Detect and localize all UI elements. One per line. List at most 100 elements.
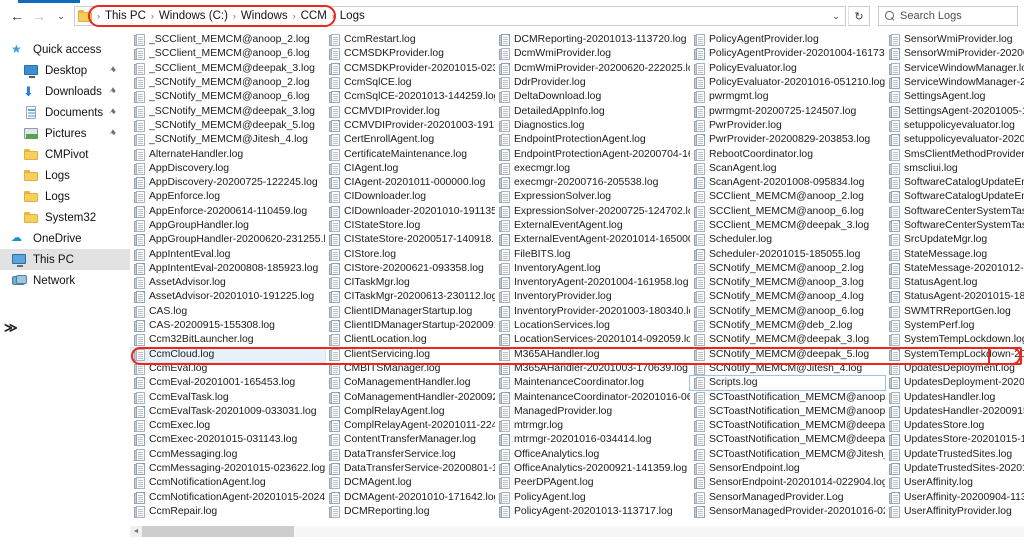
file-list-item[interactable]: _SCNotify_MEMCM@anoop_6.log [130,90,325,104]
breadcrumb-item-this-pc[interactable]: This PC [101,9,150,23]
file-list-item[interactable]: SystemPerf.log [885,319,1024,333]
file-list-item[interactable]: DCMReporting.log [325,505,495,519]
breadcrumb-item-ccm[interactable]: CCM [297,9,331,23]
file-list-item[interactable]: SensorEndpoint-20201014-022904.log [690,476,885,490]
file-list-item[interactable]: EndpointProtectionAgent-20200704-161328.… [495,147,690,161]
file-list-item[interactable]: SoftwareCatalogUpdateEndpoint-2 [885,190,1024,204]
chevron-down-icon[interactable]: ⌄ [827,7,845,25]
file-list-item[interactable]: SCNotify_MEMCM@deepak_3.log [690,333,885,347]
file-list-item[interactable]: RebootCoordinator.log [690,147,885,161]
file-list-item[interactable]: SCNotify_MEMCM@anoop_3.log [690,276,885,290]
file-list-item[interactable]: PwrProvider-20200829-203853.log [690,133,885,147]
file-list-item[interactable]: SettingsAgent.log [885,90,1024,104]
file-list-item[interactable]: SystemTempLockdown-202009 1- [885,348,1024,362]
file-list-item[interactable]: _SCClient_MEMCM@anoop_6.log [130,47,325,61]
sidebar-item-onedrive[interactable]: ☁ OneDrive [0,228,130,249]
breadcrumb[interactable]: › This PC › Windows (C:) › Windows › CCM › Logs [94,9,369,23]
file-list-item[interactable]: Scheduler-20201015-185055.log [690,247,885,261]
file-list-item[interactable]: mtrmgr.log [495,419,690,433]
sidebar-item-documents[interactable]: Documents ⚑ [0,102,130,123]
file-list-item[interactable]: SCToastNotification_MEMCM@Jitesh_4.log [690,448,885,462]
scrollbar-thumb[interactable] [142,526,294,537]
file-list-item[interactable]: CcmSqlCE-20201013-144259.log [325,90,495,104]
file-list-item[interactable]: SrcUpdateMgr.log [885,233,1024,247]
horizontal-scrollbar[interactable]: ◄ [130,526,1024,537]
file-list-item[interactable]: Scheduler.log [690,233,885,247]
file-list-item[interactable]: SensorEndpoint.log [690,462,885,476]
file-list-item[interactable]: CcmEval.log [130,362,325,376]
expand-sidebar-icon[interactable]: ≫ [4,320,18,336]
file-list-item[interactable]: UserAffinity.log [885,476,1024,490]
sidebar-item-cmpivot[interactable]: CMPivot [0,144,130,165]
file-list-item[interactable]: CCMVDIProvider-20201003-191734.log [325,119,495,133]
refresh-button[interactable]: ↻ [848,6,870,26]
sidebar-item-pictures[interactable]: Pictures ⚑ [0,123,130,144]
file-list-item[interactable]: UpdatesDeployment-20201008-054 [885,376,1024,390]
sidebar-item-this-pc[interactable]: This PC [0,249,130,270]
file-list-item[interactable]: SCClient_MEMCM@anoop_2.log [690,190,885,204]
sidebar-item-desktop[interactable]: Desktop ⚑ [0,60,130,81]
pin-icon[interactable]: ⚑ [107,86,119,98]
file-list-item[interactable]: mtrmgr-20201016-034414.log [495,433,690,447]
file-list-item[interactable]: SensorManagedProvider.Log [690,491,885,505]
file-list-item[interactable]: SCClient_MEMCM@deepak_3.log [690,219,885,233]
file-list-item[interactable]: CcmEvalTask.log [130,390,325,404]
file-list-item[interactable]: DCMReporting-20201013-113720.log [495,33,690,47]
file-list-item[interactable]: DcmWmiProvider.log [495,47,690,61]
file-list-item[interactable]: ServiceWindowManager.log [885,62,1024,76]
file-list-item[interactable]: CAS.log [130,305,325,319]
file-list-item[interactable]: _SCClient_MEMCM@anoop_2.log [130,33,325,47]
file-list-item[interactable]: InventoryProvider.log [495,290,690,304]
file-list-item[interactable]: SoftwareCenterSystemTasks-20200 [885,219,1024,233]
file-list-item[interactable]: PolicyAgent.log [495,491,690,505]
file-list-item[interactable]: CoManagementHandler-20200929-171742.log [325,390,495,404]
file-list-item[interactable]: ExpressionSolver-20200725-124702.log [495,205,690,219]
file-list-item[interactable]: AlternateHandler.log [130,147,325,161]
file-list-item[interactable]: SCClient_MEMCM@anoop_6.log [690,205,885,219]
file-list-item[interactable]: SCToastNotification_MEMCM@anoop_2.log [690,390,885,404]
file-list-item[interactable]: AppEnforce-20200614-110459.log [130,205,325,219]
file-list-item[interactable]: ExternalEventAgent.log [495,219,690,233]
file-list-item[interactable]: ClientIDManagerStartup.log [325,305,495,319]
file-list-item[interactable]: CIStore-20200621-093358.log [325,262,495,276]
file-list-item[interactable]: UpdateTrustedSites-20201014-1551 [885,462,1024,476]
file-list-item[interactable]: ServiceWindowManager-20201008... [885,76,1024,90]
file-list-item[interactable]: AppIntentEval-20200808-185923.log [130,262,325,276]
file-list-item[interactable]: ClientServicing.log [325,348,495,362]
file-list-item[interactable]: AppGroupHandler.log [130,219,325,233]
file-list-item[interactable]: PolicyAgent-20201013-113717.log [495,505,690,519]
file-list-item[interactable]: setuppolicyevaluator.log [885,119,1024,133]
file-list-item[interactable]: _SCClient_MEMCM@deepak_3.log [130,62,325,76]
file-list-item[interactable]: SCNotify_MEMCM@deepak_5.log [690,348,885,362]
file-list-item[interactable]: CIAgent-20201011-000000.log [325,176,495,190]
file-list-item[interactable]: PolicyAgentProvider-20201004-161732.log [690,47,885,61]
file-list-item[interactable]: setuppolicyevaluator-20201004-16 [885,133,1024,147]
sidebar-item-downloads[interactable]: ⬇ Downloads ⚑ [0,81,130,102]
file-list-item[interactable]: LocationServices.log [495,319,690,333]
file-list-item[interactable]: SoftwareCatalogUpdateEndpoint.l [885,176,1024,190]
file-list-item[interactable]: PwrProvider.log [690,119,885,133]
file-list-item[interactable]: CIDownloader-20201010-191135.log [325,205,495,219]
file-list-pane[interactable]: _SCClient_MEMCM@anoop_2.log _SCClient_MEM… [130,30,1024,522]
file-list-item[interactable]: OfficeAnalytics-20200921-141359.log [495,462,690,476]
file-list-item[interactable]: CcmRepair.log [130,505,325,519]
file-list-item[interactable]: DataTransferService-20200801-171620.log [325,462,495,476]
chevron-down-icon[interactable]: ⌄ [50,5,72,27]
file-list-item[interactable]: Scripts.log [689,375,886,392]
file-list-item[interactable]: AssetAdvisor-20201010-191225.log [130,290,325,304]
breadcrumb-item-logs[interactable]: Logs [336,9,369,23]
file-list-item[interactable]: OfficeAnalytics.log [495,448,690,462]
file-list-item[interactable]: CcmNotificationAgent.log [130,476,325,490]
file-list-item[interactable]: UpdatesHandler.log [885,390,1024,404]
file-list-item[interactable]: CMBITSManager.log [325,362,495,376]
address-bar[interactable]: › This PC › Windows (C:) › Windows › CCM › Logs ⌄ [74,6,846,26]
file-list-item[interactable]: M365AHandler-20201003-170639.log [495,362,690,376]
file-list-item[interactable]: Ccm32BitLauncher.log [130,333,325,347]
file-list-item[interactable]: AppGroupHandler-20200620-231255.log [130,233,325,247]
file-list-item[interactable]: UserAffinityProvider.log [885,505,1024,519]
file-list-item[interactable]: DCMAgent.log [325,476,495,490]
file-list-item[interactable]: CITaskMgr.log [325,276,495,290]
file-list-item[interactable]: PolicyEvaluator-20201016-051210.log [690,76,885,90]
file-list-item[interactable]: CcmNotificationAgent-20201015-202440.log [130,491,325,505]
sidebar-item-quick-access[interactable]: ★ Quick access [0,39,130,60]
